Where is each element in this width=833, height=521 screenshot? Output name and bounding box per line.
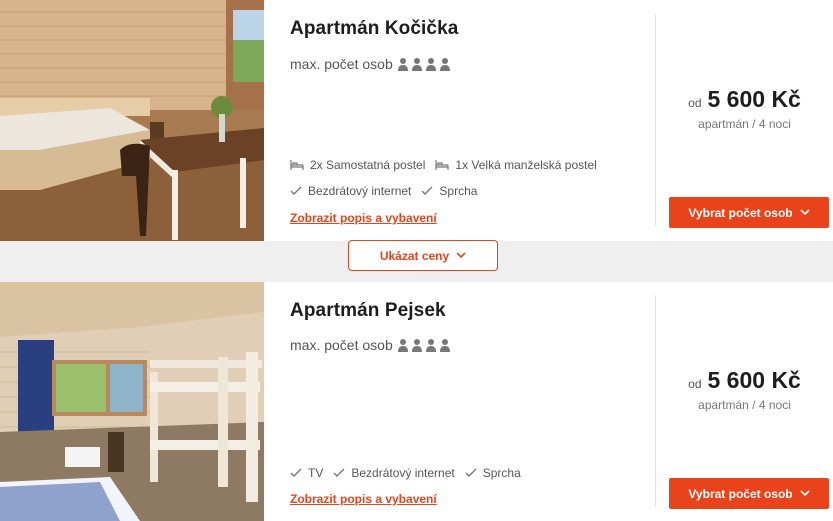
amenity-label: Bezdrátový internet [308,184,412,198]
bed-item-label: 1x Velká manželská postel [455,158,597,172]
price-value: 5 600 Kč [707,367,801,393]
check-icon [465,468,477,477]
amenity-label: TV [308,466,324,480]
check-icon [290,186,302,195]
price-note: apartmán / 4 noci [698,117,791,131]
price-note: apartmán / 4 noci [698,398,791,412]
max-persons-label: max. počet osob [290,337,393,353]
price-line: od 5 600 Kč [656,367,833,394]
chevron-down-icon [456,252,466,259]
person-icon [411,339,422,352]
check-icon [290,468,302,477]
price-prefix: od [688,377,702,391]
amenity-item: Sprcha [465,466,521,480]
apartment-photo-image [0,0,264,241]
person-icon [425,58,436,71]
amenity-list: TV Bezdrátový internet Sprcha [290,466,531,480]
check-icon [333,468,345,477]
apartment-card-pejsek: Apartmán Pejsek max. počet osob TV Bezdr… [0,282,833,521]
amenity-item: Bezdrátový internet [333,466,455,480]
person-icon [439,58,450,71]
apartment-card-kocicka: Apartmán Kočička max. počet osob 2x Samo… [0,0,833,241]
amenity-list: Bezdrátový internet Sprcha [290,184,487,198]
amenity-label: Bezdrátový internet [351,466,455,480]
price-line: od 5 600 Kč [656,86,833,113]
apartment-title: Apartmán Pejsek [290,300,446,321]
show-prices-label: Ukázat ceny [379,248,450,263]
apartment-photo-image [0,282,264,521]
person-icons [397,338,451,352]
chevron-down-icon [800,490,810,497]
details-link[interactable]: Zobrazit popis a vybavení [290,211,437,225]
select-persons-label: Vybrat počet osob [688,486,793,501]
apartment-photo[interactable] [0,0,264,241]
bed-icon [290,160,304,170]
max-persons: max. počet osob [290,56,451,72]
check-icon [421,186,433,195]
bed-item: 1x Velká manželská postel [435,158,597,172]
price-prefix: od [688,96,702,110]
select-persons-label: Vybrat počet osob [688,205,793,220]
bed-item-label: 2x Samostatná postel [310,158,426,172]
amenity-item: Sprcha [421,184,477,198]
apartment-title: Apartmán Kočička [290,18,459,39]
amenity-item: Bezdrátový internet [290,184,411,198]
bed-list: 2x Samostatná postel 1x Velká manželská … [290,158,607,172]
max-persons-label: max. počet osob [290,56,393,72]
chevron-down-icon [800,209,810,216]
max-persons: max. počet osob [290,337,451,353]
person-icon [397,339,408,352]
person-icon [439,339,450,352]
person-icon [411,58,422,71]
amenity-label: Sprcha [439,184,478,198]
select-persons-button[interactable]: Vybrat počet osob [669,478,829,509]
price-box: od 5 600 Kč apartmán / 4 noci [656,367,833,412]
show-prices-button[interactable]: Ukázat ceny [348,240,498,271]
select-persons-button[interactable]: Vybrat počet osob [669,197,829,228]
person-icons [397,57,451,71]
apartment-info: Apartmán Pejsek max. počet osob TV Bezdr… [290,282,650,521]
amenity-label: Sprcha [482,466,521,480]
apartment-info: Apartmán Kočička max. počet osob 2x Samo… [290,0,650,241]
person-icon [397,58,408,71]
details-link[interactable]: Zobrazit popis a vybavení [290,492,437,506]
bed-icon [435,160,450,170]
apartment-photo[interactable] [0,282,264,521]
bed-item: 2x Samostatná postel [290,158,425,172]
price-box: od 5 600 Kč apartmán / 4 noci [656,86,833,131]
amenity-item: TV [290,466,323,480]
price-value: 5 600 Kč [707,86,801,112]
person-icon [425,339,436,352]
